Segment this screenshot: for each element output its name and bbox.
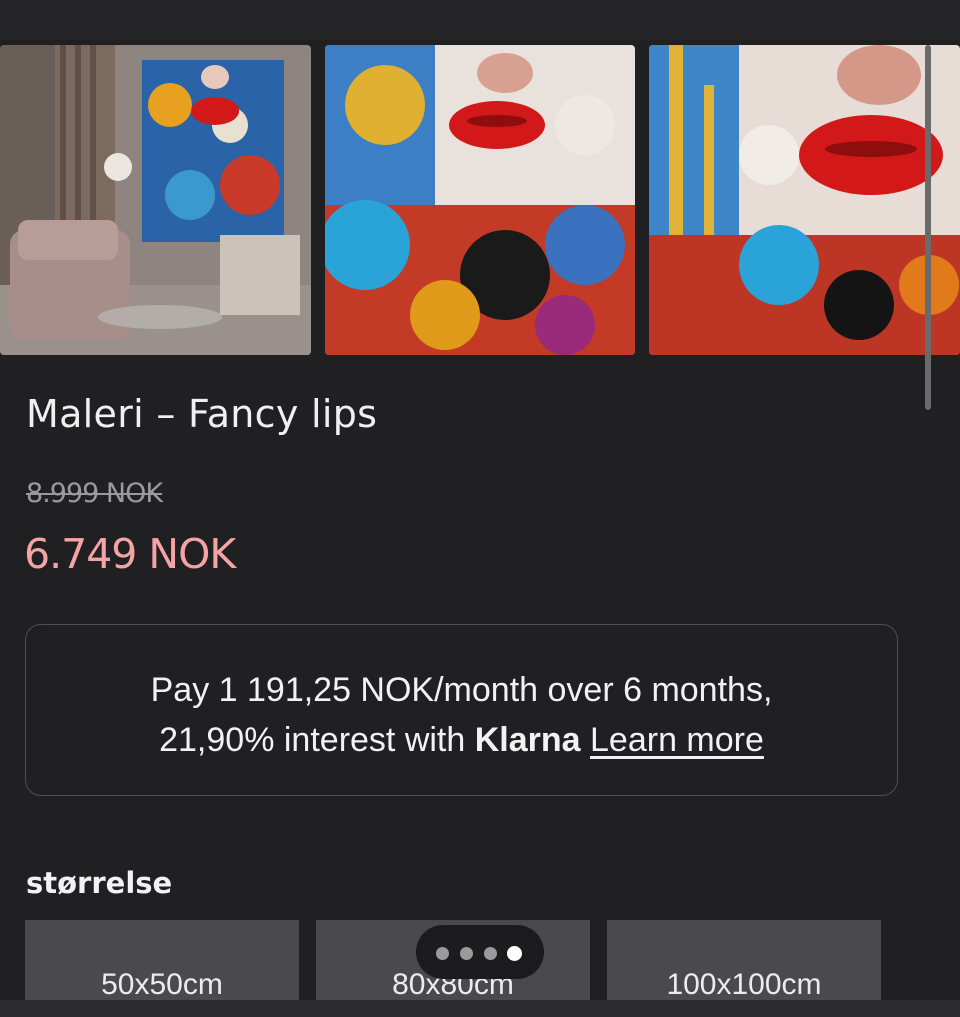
page-indicator[interactable]: [416, 925, 544, 979]
image-gallery[interactable]: [0, 45, 960, 410]
painting-full-image[interactable]: [325, 45, 635, 355]
learn-more-link[interactable]: Learn more: [590, 721, 764, 759]
room-mockup-image[interactable]: [0, 45, 311, 355]
product-title: Maleri – Fancy lips: [26, 392, 378, 436]
klarna-logo: Klarna: [474, 721, 581, 759]
gallery-scrollbar[interactable]: [925, 45, 931, 410]
page-dot[interactable]: [460, 947, 473, 960]
size-label: størrelse: [26, 866, 173, 900]
top-bar: [0, 0, 960, 40]
klarna-message: Pay 1 191,25 NOK/month over 6 months, 21…: [26, 665, 897, 765]
klarna-financing-box: Pay 1 191,25 NOK/month over 6 months, 21…: [25, 624, 898, 796]
page-dot[interactable]: [436, 947, 449, 960]
sale-price: 6.749 NOK: [24, 530, 236, 578]
klarna-line-1: Pay 1 191,25 NOK/month over 6 months,: [150, 671, 773, 709]
klarna-interest-text: 21,90% interest with: [159, 721, 475, 759]
page-dot[interactable]: [484, 947, 497, 960]
original-price: 8.999 NOK: [26, 478, 163, 509]
size-option-100x100[interactable]: 100x100cm: [607, 920, 881, 1000]
product-page: Maleri – Fancy lips 8.999 NOK 6.749 NOK …: [0, 40, 960, 1000]
page-dot-active[interactable]: [507, 946, 522, 961]
size-option-50x50[interactable]: 50x50cm: [25, 920, 299, 1000]
painting-closeup-image[interactable]: [649, 45, 960, 355]
bottom-bar: [0, 1000, 960, 1017]
klarna-line-2: 21,90% interest with Klarna Learn more: [26, 715, 897, 765]
